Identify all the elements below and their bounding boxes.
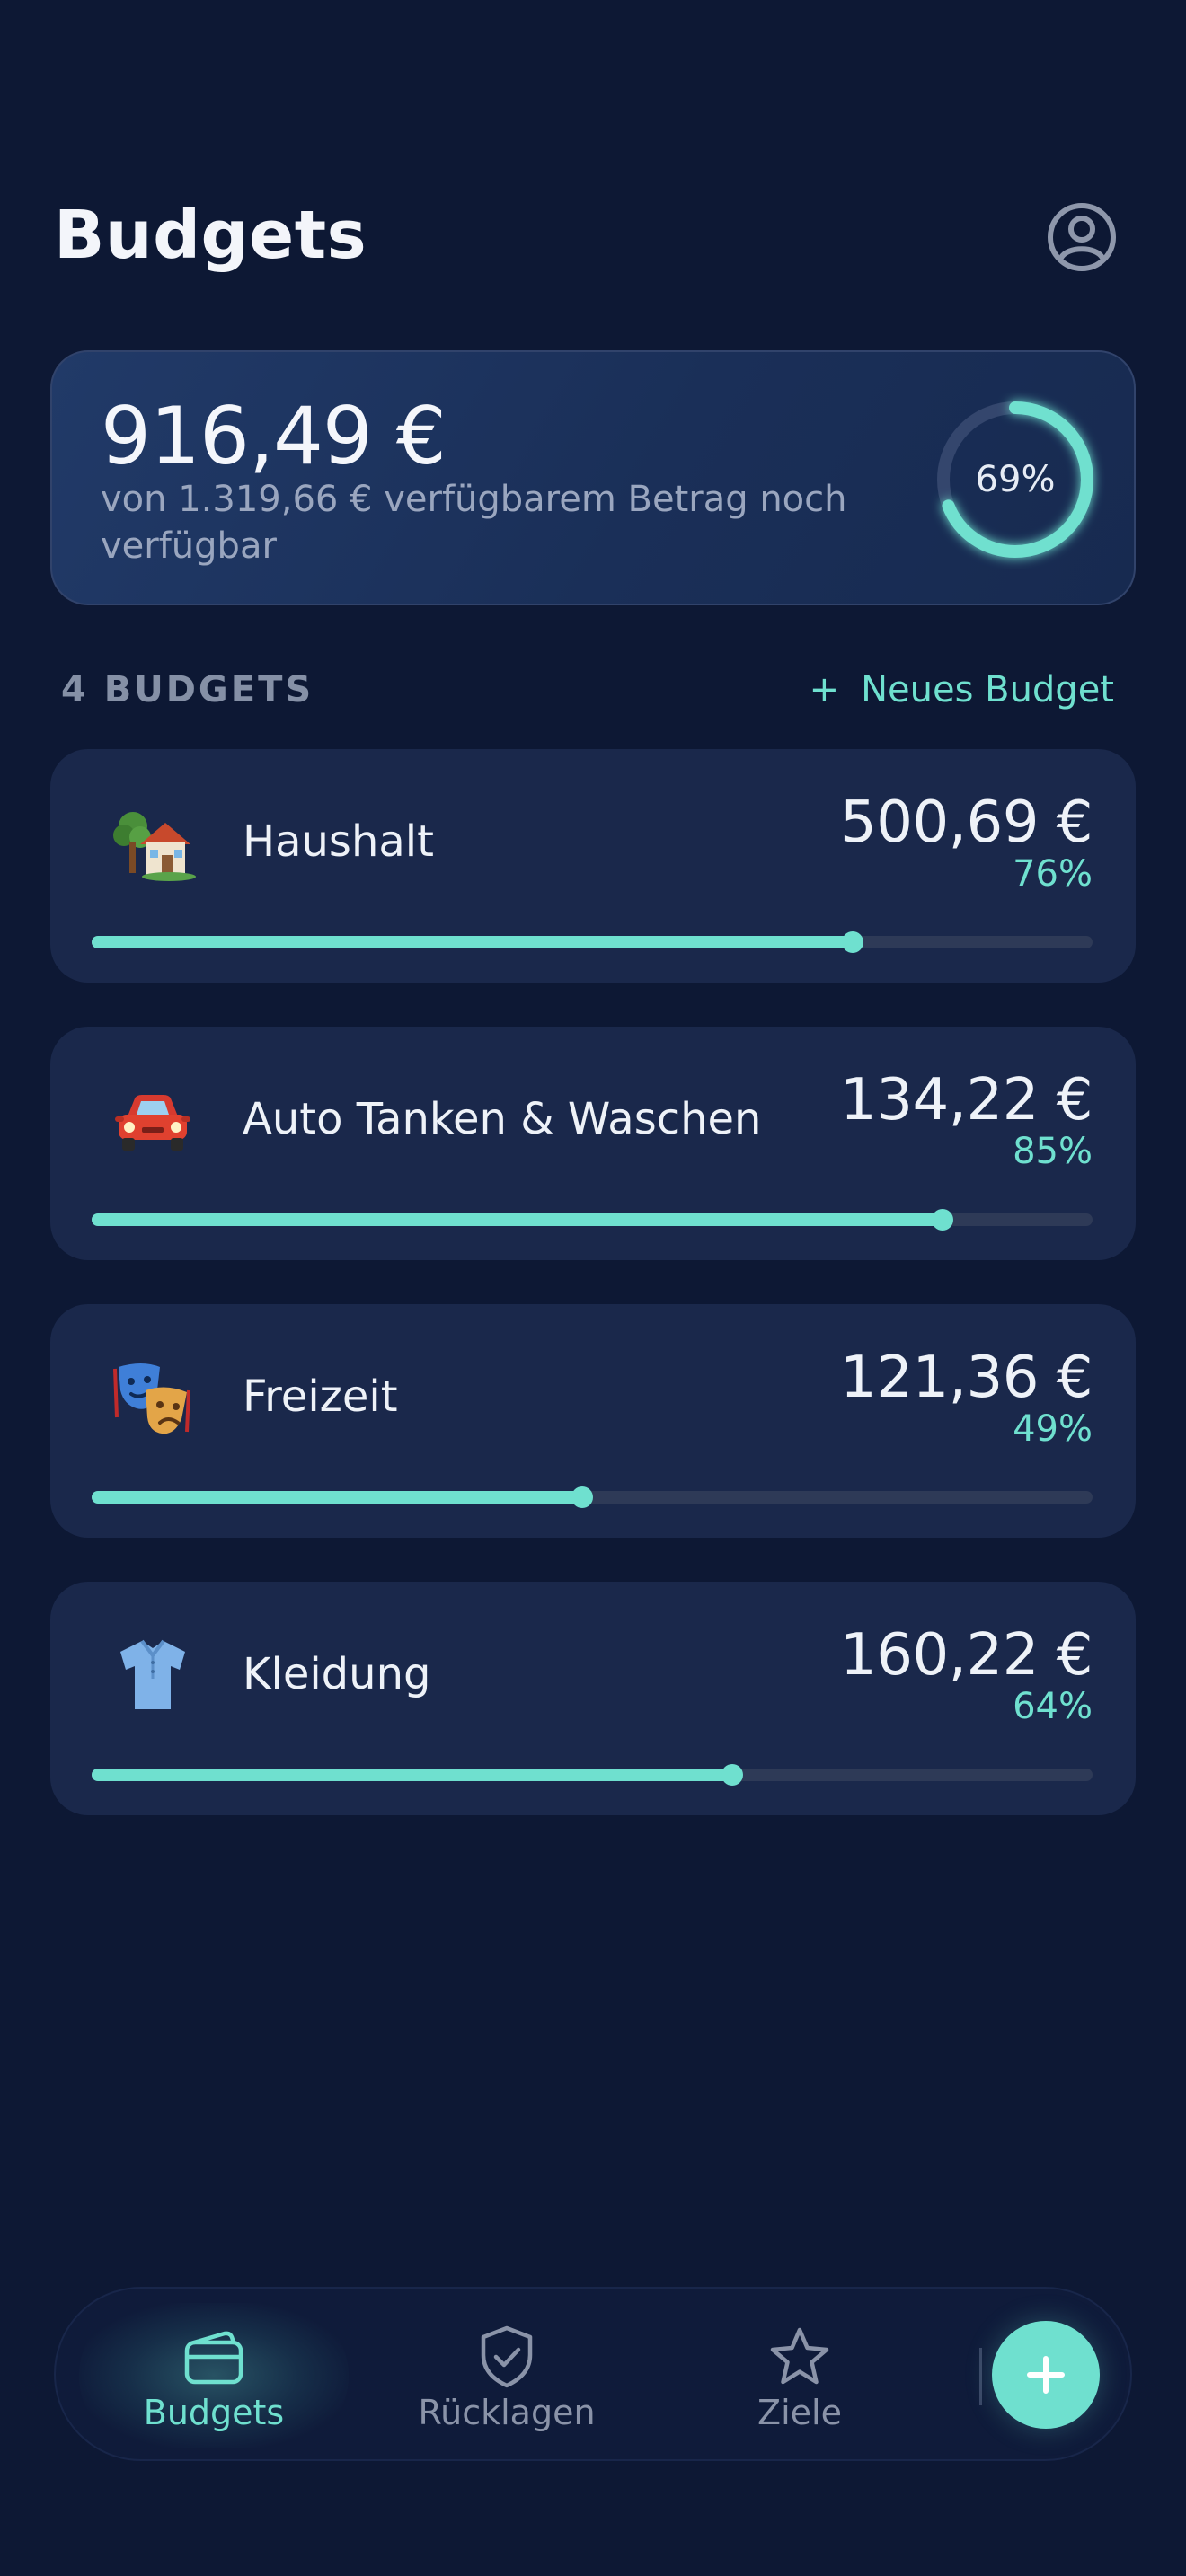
tab-divider bbox=[979, 2348, 982, 2405]
budget-progress-fill bbox=[92, 1769, 732, 1781]
user-circle-icon[interactable] bbox=[1046, 201, 1118, 273]
budget-progress-knob bbox=[931, 1209, 953, 1231]
budget-summary-card: 916,49 € von 1.319,66 € verfügbarem Betr… bbox=[50, 350, 1136, 605]
tab-label: Budgets bbox=[143, 2393, 285, 2432]
shield-check-icon bbox=[481, 2325, 533, 2388]
budget-progress-knob bbox=[571, 1486, 593, 1508]
progress-ring-label: 69% bbox=[975, 459, 1056, 500]
budget-progress-knob bbox=[721, 1764, 743, 1786]
budget-progress-knob bbox=[841, 931, 863, 953]
new-budget-button[interactable]: + Neues Budget bbox=[810, 663, 1114, 717]
tab-ruecklagen[interactable]: Rücklagen bbox=[372, 2289, 642, 2463]
budget-name: Auto Tanken & Waschen bbox=[243, 1094, 762, 1144]
car-icon bbox=[115, 1095, 190, 1151]
house-with-garden-icon bbox=[113, 812, 196, 881]
budget-progress-track bbox=[92, 1486, 1093, 1508]
budget-count-label: 4 BUDGETS bbox=[61, 669, 314, 710]
page-title: Budgets bbox=[54, 197, 367, 274]
budget-name: Haushalt bbox=[243, 816, 434, 867]
performing-arts-icon bbox=[113, 1363, 190, 1434]
budget-percent: 85% bbox=[1013, 1131, 1093, 1172]
budget-progress-fill bbox=[92, 936, 853, 948]
budget-name: Kleidung bbox=[243, 1649, 431, 1699]
new-budget-label: Neues Budget bbox=[861, 669, 1114, 710]
tab-budgets[interactable]: Budgets bbox=[79, 2289, 349, 2463]
budget-progress-track bbox=[92, 931, 1093, 953]
budget-card[interactable]: Freizeit 121,36 € 49% bbox=[50, 1304, 1136, 1538]
budget-percent: 64% bbox=[1013, 1686, 1093, 1727]
plus-icon bbox=[1027, 2356, 1065, 2394]
budget-progress-track bbox=[92, 1209, 1093, 1231]
bottom-tab-bar: Budgets Rücklagen Ziele bbox=[54, 2287, 1132, 2461]
budget-amount: 134,22 € bbox=[840, 1067, 1093, 1134]
tab-label: Ziele bbox=[757, 2393, 842, 2432]
budget-name: Freizeit bbox=[243, 1372, 398, 1422]
budget-card[interactable]: Haushalt 500,69 € 76% bbox=[50, 749, 1136, 983]
tab-label: Rücklagen bbox=[418, 2393, 596, 2432]
budget-amount: 160,22 € bbox=[840, 1622, 1093, 1689]
add-transaction-button[interactable] bbox=[992, 2321, 1100, 2429]
tab-ziele[interactable]: Ziele bbox=[665, 2289, 934, 2463]
budget-progress-fill bbox=[92, 1213, 943, 1226]
star-icon bbox=[770, 2327, 829, 2385]
budget-amount: 121,36 € bbox=[840, 1345, 1093, 1411]
budgets-screen: Budgets 916,49 € von 1.319,66 € verfügba… bbox=[0, 0, 1186, 2576]
budget-progress-fill bbox=[92, 1491, 582, 1504]
budget-card[interactable]: Auto Tanken & Waschen 134,22 € 85% bbox=[50, 1027, 1136, 1260]
budget-card[interactable]: Kleidung 160,22 € 64% bbox=[50, 1582, 1136, 1815]
budget-percent: 76% bbox=[1013, 853, 1093, 895]
budget-amount: 500,69 € bbox=[840, 790, 1093, 856]
available-subtitle: von 1.319,66 € verfügbarem Betrag noch v… bbox=[101, 479, 847, 567]
budget-progress-track bbox=[92, 1764, 1093, 1786]
budget-percent: 49% bbox=[1013, 1408, 1093, 1450]
available-amount: 916,49 € bbox=[101, 390, 447, 482]
shirt-icon bbox=[120, 1639, 185, 1709]
wallet-icon bbox=[184, 2331, 243, 2385]
plus-icon: + bbox=[809, 669, 840, 710]
